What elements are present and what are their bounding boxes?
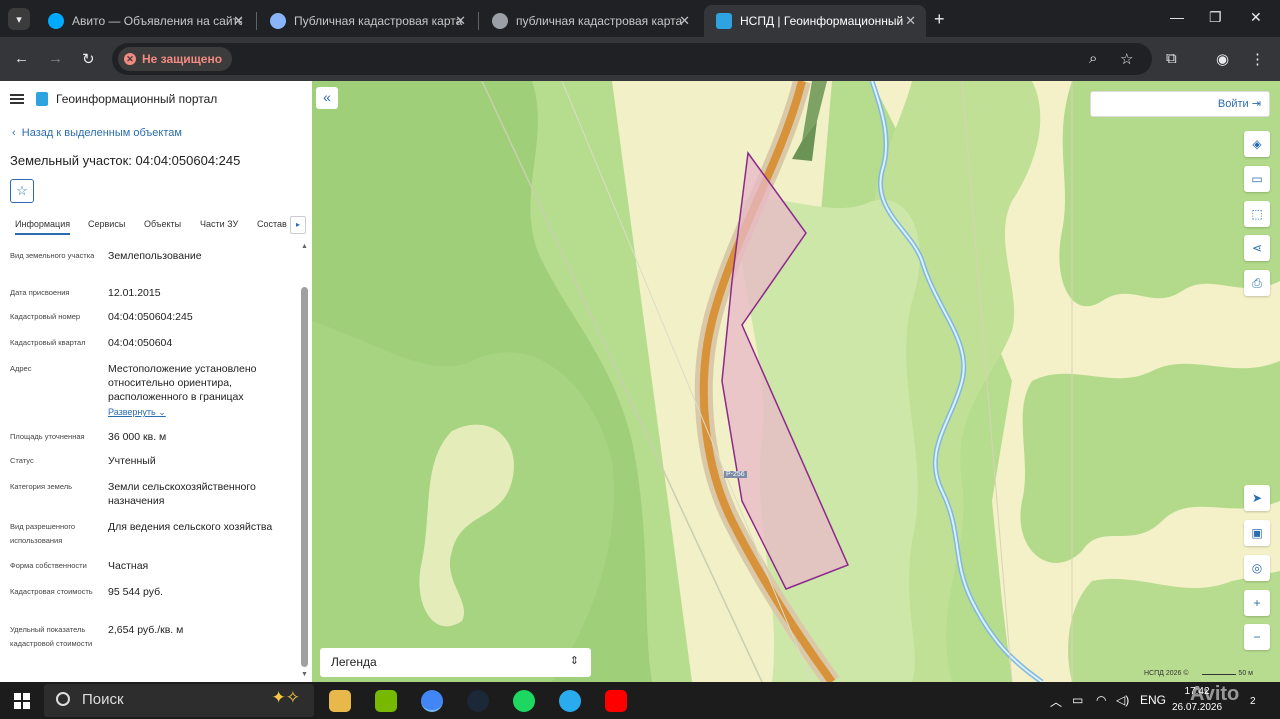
close-icon[interactable]: ✕ [679, 13, 690, 29]
sparkle-icon: ✦✧ [271, 688, 301, 707]
more-menu-icon[interactable]: ⋮ [1250, 50, 1265, 68]
extensions-icon[interactable]: ⧉ [1166, 50, 1177, 67]
zoom-in-icon[interactable]: + [1244, 590, 1270, 616]
chevron-down-icon: ⌄ [158, 407, 166, 417]
tab-separator [256, 12, 257, 30]
minimize-icon[interactable]: — [1170, 9, 1184, 25]
language-indicator[interactable]: ENG [1140, 693, 1166, 707]
tab-information[interactable]: Информация [15, 219, 71, 235]
scale-bar: НСПД 2026 © 50 м [1144, 670, 1253, 677]
bookmark-star-icon[interactable]: ☆ [1120, 50, 1133, 68]
new-tab-icon[interactable]: + [934, 9, 945, 30]
chrome-icon[interactable] [421, 690, 443, 712]
youtube-icon[interactable] [605, 690, 627, 712]
tab-objects[interactable]: Объекты [144, 219, 181, 229]
portal-title: Геоинформационный портал [56, 92, 218, 106]
maximize-icon[interactable]: ❐ [1209, 9, 1222, 26]
share-icon[interactable]: ⋖ [1244, 235, 1270, 261]
tab-search-icon[interactable]: ▾ [8, 8, 30, 30]
address-bar: ← → ↻ ✕ Не защищено ⌕ ☆ ⧉ ◉ ⋮ [0, 37, 1280, 81]
scrollbar-thumb[interactable] [301, 287, 308, 667]
warning-icon: ✕ [124, 53, 136, 65]
reload-icon[interactable]: ↻ [82, 50, 95, 68]
road-label: Р-256 [724, 471, 747, 478]
telegram-icon[interactable] [559, 690, 581, 712]
back-to-selection-link[interactable]: ‹ Назад к выделенным объектам [12, 127, 182, 139]
avito-favicon-icon [48, 13, 64, 29]
volume-icon[interactable]: ◁) [1116, 693, 1129, 707]
home-favicon-icon [270, 13, 286, 29]
back-arrow-icon[interactable]: ← [14, 50, 29, 67]
tab-separator [478, 12, 479, 30]
taskbar-search[interactable]: Поиск ✦✧ [44, 684, 314, 717]
tab-services[interactable]: Сервисы [88, 219, 125, 229]
windows-start-icon[interactable] [14, 693, 30, 709]
tab-nspd[interactable]: НСПД | Геоинформационный ✕ [704, 5, 926, 37]
security-chip[interactable]: ✕ Не защищено [118, 47, 233, 71]
expand-address-link[interactable]: Развернуть ⌄ [108, 407, 166, 418]
layers-icon[interactable]: ◈ [1244, 131, 1270, 157]
steam-icon[interactable] [467, 690, 489, 712]
tab-composition[interactable]: Состав [257, 219, 287, 229]
chevron-left-icon: ‹ [12, 127, 16, 139]
tab-parts[interactable]: Части ЗУ [200, 219, 238, 229]
scroll-up-icon[interactable]: ▲ [301, 243, 308, 250]
scale-line [1202, 674, 1237, 675]
file-explorer-icon[interactable] [329, 690, 351, 712]
avito-watermark: Avito [1190, 683, 1240, 705]
window-close-icon[interactable]: ✕ [1250, 9, 1262, 26]
notification-badge[interactable]: 2 [1250, 696, 1256, 707]
tab-avito[interactable]: Авито — Объявления на сайте ✕ [36, 5, 254, 37]
tab-strip: ▾ Авито — Объявления на сайте ✕ Публична… [0, 0, 1280, 37]
login-button[interactable]: Войти ⇥ [1090, 91, 1270, 117]
globe-favicon-icon [492, 13, 508, 29]
select-area-icon[interactable]: ⬚ [1244, 201, 1270, 227]
tray-chevron-icon[interactable]: ︿ [1050, 693, 1062, 710]
minimap-icon[interactable]: ▣ [1244, 520, 1270, 546]
tab-pkk[interactable]: Публичная кадастровая карта ✕ [258, 5, 476, 37]
legend-dropdown[interactable]: Легенда ⇕ [320, 648, 591, 677]
favorite-star-icon[interactable]: ☆ [10, 179, 34, 203]
panel-scrollbar[interactable]: ▲ ▼ [300, 243, 310, 682]
url-field[interactable]: ✕ Не защищено [112, 43, 1152, 75]
tab-pkk-search[interactable]: публичная кадастровая карта ✕ [480, 5, 700, 37]
locate-icon[interactable]: ➤ [1244, 485, 1270, 511]
map-canvas [312, 81, 1280, 682]
profile-icon[interactable]: ◉ [1216, 50, 1229, 68]
print-icon[interactable]: ⎙ [1244, 270, 1270, 296]
nspd-favicon-icon [716, 13, 732, 29]
object-title: Земельный участок: 04:04:050604:245 [10, 153, 241, 168]
close-icon[interactable]: ✕ [233, 13, 244, 29]
ruler-icon[interactable]: ▭ [1244, 166, 1270, 192]
collapse-panel-icon[interactable]: « [316, 87, 338, 109]
chevron-updown-icon: ⇕ [569, 655, 579, 667]
portal-header: Геоинформационный портал [10, 92, 217, 106]
search-icon [56, 692, 70, 706]
map-view[interactable]: « Войти ⇥ ◈ ▭ ⬚ ⋖ ⎙ ➤ ▣ ◎ + − Р-256 Леге… [312, 81, 1280, 682]
object-info-panel: Геоинформационный портал ‹ Назад к выдел… [0, 81, 312, 682]
forward-arrow-icon[interactable]: → [48, 50, 63, 67]
nvidia-icon[interactable] [375, 690, 397, 712]
login-icon: ⇥ [1251, 98, 1261, 110]
spotify-icon[interactable] [513, 690, 535, 712]
geolocation-icon[interactable]: ◎ [1244, 555, 1270, 581]
wifi-icon[interactable]: ◠ [1096, 693, 1106, 707]
menu-icon[interactable] [10, 92, 24, 106]
scroll-down-icon[interactable]: ▼ [301, 671, 308, 678]
zoom-icon[interactable]: ⌕ [1089, 50, 1097, 67]
windows-taskbar: Поиск ✦✧ ︿ ▭ ◠ ◁) ENG 17:42 26.07.2026 2 [0, 682, 1280, 719]
close-icon[interactable]: ✕ [455, 13, 466, 29]
tabs-scroll-right-icon[interactable]: ▸ [290, 216, 306, 234]
portal-logo-icon [36, 92, 48, 106]
close-icon[interactable]: ✕ [905, 13, 916, 29]
zoom-out-icon[interactable]: − [1244, 624, 1270, 650]
info-tabs: Информация Сервисы Объекты Части ЗУ Сост… [10, 216, 310, 238]
battery-icon[interactable]: ▭ [1072, 693, 1083, 707]
